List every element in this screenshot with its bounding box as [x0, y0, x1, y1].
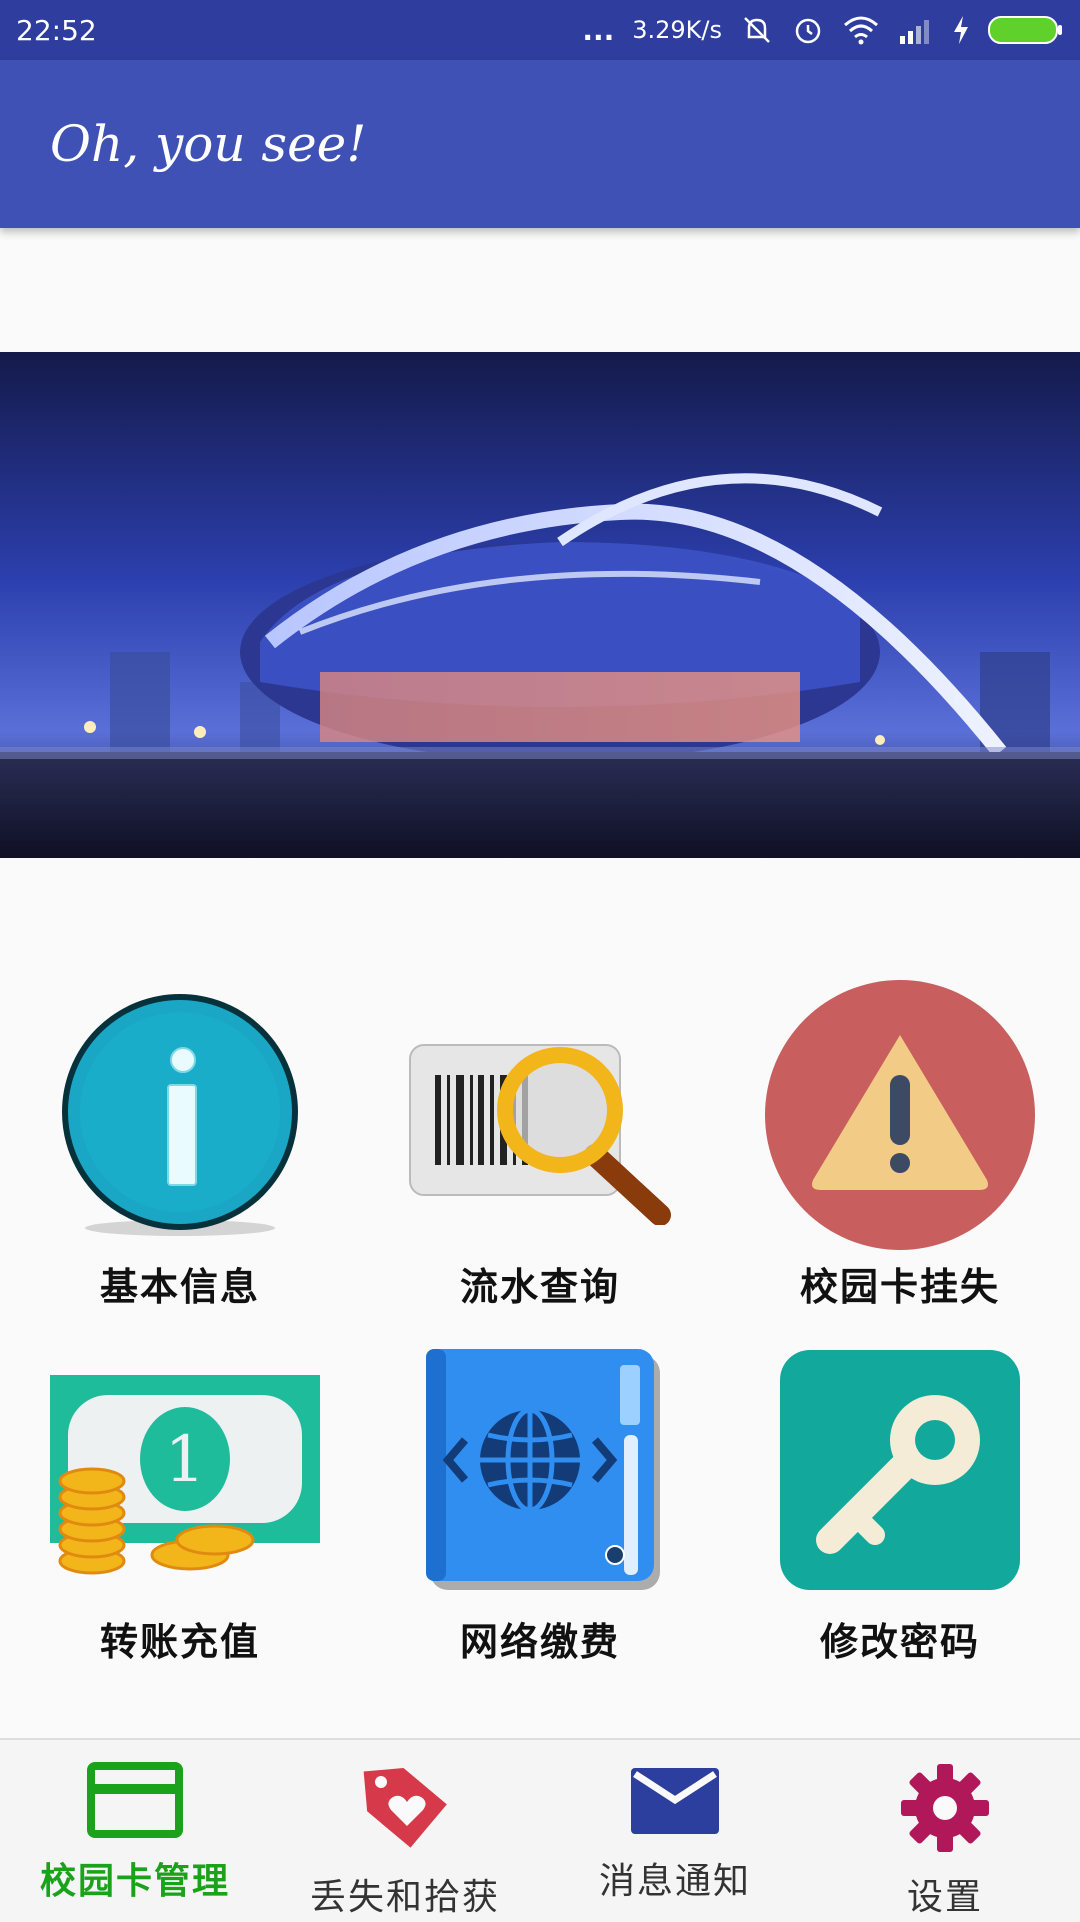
nav-item-messages[interactable]: 消息通知	[540, 1740, 810, 1922]
grid-label: 校园卡挂失	[799, 1265, 1000, 1309]
wifi-icon	[844, 16, 878, 45]
more-dots: ...	[582, 13, 615, 47]
grid-item-report-lost[interactable]: 校园卡挂失	[720, 980, 1080, 1320]
grid-label: 修改密码	[819, 1620, 980, 1664]
charging-icon	[954, 16, 968, 44]
grid-label: 基本信息	[99, 1265, 260, 1309]
tag-heart-icon	[363, 1767, 447, 1848]
bottom-navigation: 校园卡管理 丢失和拾获 消息通知 设置	[0, 1738, 1080, 1922]
key-icon	[750, 1335, 1050, 1605]
nav-label: 设置	[906, 1877, 983, 1918]
mail-icon	[631, 1768, 719, 1834]
nav-item-lost-found[interactable]: 丢失和拾获	[270, 1740, 540, 1922]
battery-icon	[988, 16, 1062, 44]
warning-icon	[750, 980, 1050, 1250]
web-book-icon	[390, 1335, 690, 1605]
alarm-icon	[795, 18, 821, 44]
nav-label: 丢失和拾获	[309, 1877, 500, 1918]
info-icon	[30, 980, 330, 1250]
grid-label: 网络缴费	[459, 1620, 620, 1664]
nav-item-card-management[interactable]: 校园卡管理	[0, 1740, 270, 1922]
banner-image[interactable]	[0, 352, 1080, 858]
nav-label: 消息通知	[598, 1861, 751, 1902]
grid-item-change-password[interactable]: 修改密码	[720, 1335, 1080, 1675]
nav-label: 校园卡管理	[39, 1861, 230, 1902]
signal-icon	[900, 20, 929, 44]
mute-icon	[744, 17, 770, 43]
gear-icon	[901, 1764, 989, 1852]
grid-item-transaction-query[interactable]: 流水查询	[360, 980, 720, 1320]
grid-label: 流水查询	[459, 1265, 620, 1309]
money-coins-icon: 1	[30, 1335, 330, 1605]
status-bar: 22:52 ... 3.29K/s	[0, 0, 1080, 60]
nav-item-settings[interactable]: 设置	[810, 1740, 1080, 1922]
network-speed: 3.29K/s	[632, 16, 722, 44]
grid-item-transfer-recharge[interactable]: 1 转账充值	[0, 1335, 360, 1675]
status-time: 22:52	[16, 13, 97, 47]
app-bar: Oh, you see!	[0, 60, 1080, 228]
svg-text:1: 1	[165, 1423, 206, 1497]
barcode-search-icon	[390, 980, 690, 1250]
status-icons: ... 3.29K/s	[582, 13, 1064, 47]
grid-label: 转账充值	[99, 1620, 260, 1664]
card-icon	[87, 1762, 183, 1838]
grid-item-network-payment[interactable]: 网络缴费	[360, 1335, 720, 1675]
grid-item-basic-info[interactable]: 基本信息	[0, 980, 360, 1320]
stadium-night-photo	[0, 352, 1080, 858]
app-title: Oh, you see!	[50, 115, 367, 173]
